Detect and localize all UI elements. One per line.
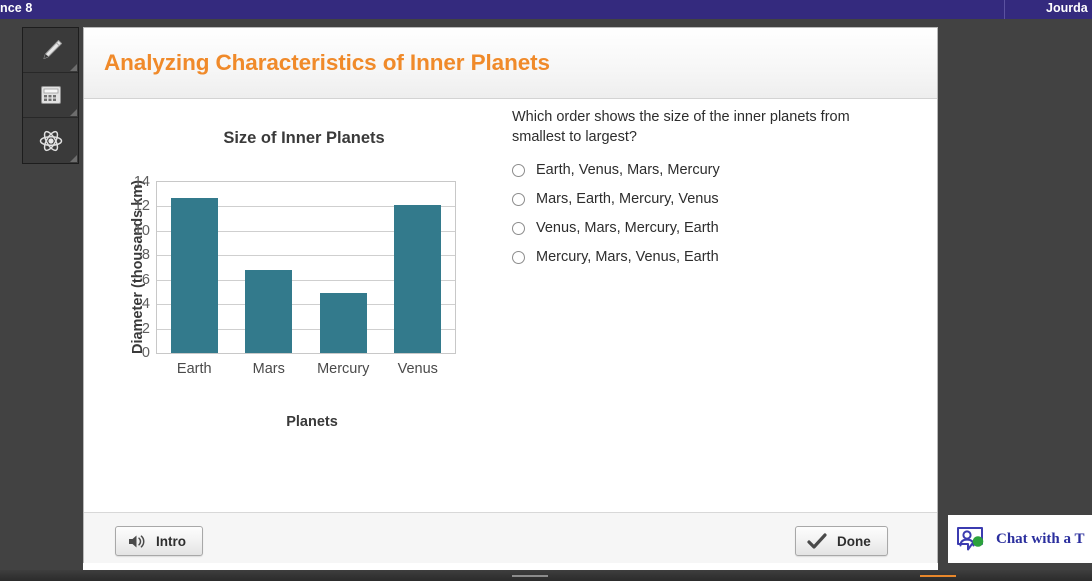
question-text: Which order shows the size of the inner …: [512, 109, 850, 145]
chart-bar: [319, 293, 367, 353]
speaker-icon: [129, 534, 145, 548]
pencil-icon: [43, 40, 62, 59]
chart-x-tick-label: Venus: [397, 361, 438, 377]
chart-bar: [394, 205, 442, 353]
radio-button[interactable]: [512, 251, 525, 264]
highlighter-tool-button[interactable]: [23, 28, 78, 73]
course-name-label: nce 8: [0, 1, 33, 15]
chart-y-axis-label: Diameter (thousands km): [130, 179, 146, 355]
top-navigation-bar: nce 8 Jourda: [0, 0, 1092, 19]
chat-with-tutor-label: Chat with a T: [996, 530, 1085, 547]
card-footer: Intro Done: [84, 512, 937, 569]
intro-button[interactable]: Intro: [115, 526, 203, 556]
radio-button[interactable]: [512, 164, 525, 177]
answer-option-label: Earth, Venus, Mars, Mercury: [536, 162, 720, 178]
chart-bar: [245, 269, 293, 353]
chat-with-tutor-widget[interactable]: Chat with a T: [948, 515, 1092, 563]
exercise-card: Analyzing Characteristics of Inner Plane…: [83, 27, 938, 570]
page-title: Analyzing Characteristics of Inner Plane…: [104, 50, 550, 75]
topbar-divider: [1004, 0, 1005, 19]
bar-chart: Size of Inner Planets Diameter (thousand…: [104, 99, 524, 449]
done-button[interactable]: Done: [795, 526, 888, 556]
chart-y-tick-label: 12: [133, 198, 150, 215]
answer-option-3[interactable]: Venus, Mars, Mercury, Earth: [512, 220, 912, 237]
exercise-screen: nce 8 Jourda Analyzing Characteristics o…: [0, 0, 1092, 581]
chart-x-tick-label: Earth: [176, 361, 212, 377]
answer-option-1[interactable]: Earth, Venus, Mars, Mercury: [512, 162, 912, 179]
done-button-label: Done: [837, 533, 871, 549]
chart-y-tick-label: 14: [133, 174, 150, 190]
chart-y-tick-label: 8: [141, 247, 150, 264]
chart-x-axis-label: Planets: [286, 414, 338, 430]
answer-option-2[interactable]: Mars, Earth, Mercury, Venus: [512, 191, 912, 208]
chart-y-tick-label: 6: [141, 271, 150, 288]
tool-rail: [22, 27, 79, 164]
card-header: Analyzing Characteristics of Inner Plane…: [84, 28, 937, 99]
chart-x-tick-label: Mercury: [317, 361, 370, 377]
card-body: Size of Inner Planets Diameter (thousand…: [84, 99, 937, 512]
chart-x-tick-label: Mars: [252, 361, 285, 377]
chart-plot-area: 0 2 4 6 8 10 12 14 Earth Mars Mercury Venus: [134, 174, 456, 377]
chart-y-tick-label: 0: [141, 345, 150, 361]
chat-person-icon: [957, 527, 984, 551]
bottom-status-bar: [0, 570, 1092, 581]
answer-option-label: Mercury, Mars, Venus, Earth: [536, 249, 719, 265]
answer-options-list: Earth, Venus, Mars, Mercury Mars, Earth, …: [512, 162, 912, 266]
chart-bar: [170, 197, 218, 353]
chart-title: Size of Inner Planets: [223, 129, 385, 147]
answer-option-4[interactable]: Mercury, Mars, Venus, Earth: [512, 249, 912, 266]
chart-y-tick-label: 2: [141, 320, 150, 337]
chart-y-tick-label: 4: [141, 296, 150, 313]
answer-option-label: Venus, Mars, Mercury, Earth: [536, 220, 719, 236]
answer-option-label: Mars, Earth, Mercury, Venus: [536, 191, 719, 207]
user-name-label: Jourda: [1046, 1, 1088, 15]
radio-button[interactable]: [512, 193, 525, 206]
status-indicator-gray: [512, 575, 548, 577]
atom-icon: [39, 130, 62, 151]
science-tool-button[interactable]: [23, 118, 78, 163]
checkmark-icon: [807, 532, 827, 549]
chart-y-tick-label: 10: [133, 222, 150, 239]
intro-button-label: Intro: [156, 533, 186, 549]
card-base-strip: [83, 563, 938, 570]
radio-button[interactable]: [512, 222, 525, 235]
question-panel: Which order shows the size of the inner …: [512, 107, 912, 278]
calculator-tool-button[interactable]: [23, 73, 78, 118]
calculator-icon: [40, 86, 61, 104]
status-indicator-orange: [920, 575, 956, 577]
